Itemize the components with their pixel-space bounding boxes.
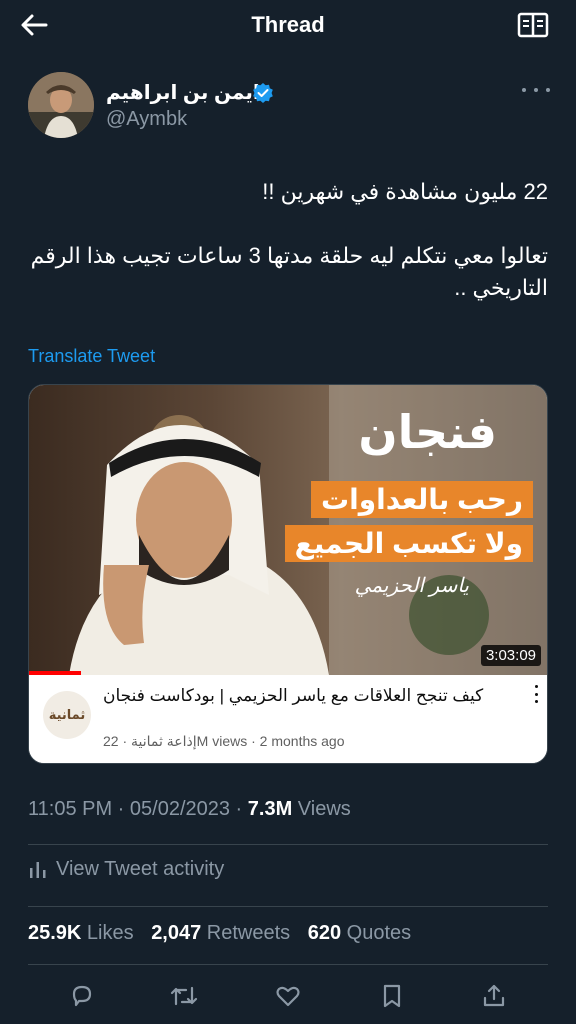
- more-dot-icon: [534, 692, 538, 696]
- quotes-count: 620: [307, 922, 342, 944]
- avatar[interactable]: [28, 72, 94, 138]
- bookmark-button[interactable]: [376, 980, 408, 1012]
- avatar-image: [28, 72, 94, 138]
- views-count: 7.3M: [247, 798, 293, 820]
- divider: [28, 964, 548, 965]
- video-more-button[interactable]: [533, 685, 539, 703]
- translate-tweet-link[interactable]: Translate Tweet: [28, 346, 155, 367]
- reply-icon: [72, 985, 92, 1007]
- bookmark-icon: [383, 984, 401, 1008]
- thumbnail-signature: ياسر الحزيمي: [354, 575, 469, 597]
- quotes-stat[interactable]: 620 Quotes: [308, 922, 411, 944]
- verified-badge-icon: [253, 83, 273, 103]
- share-icon: [483, 984, 505, 1007]
- quotes-label: Quotes: [341, 922, 412, 944]
- header-bar: Thread: [0, 0, 576, 50]
- likes-label: Likes: [81, 922, 134, 944]
- retweets-count: 2,047: [151, 922, 202, 944]
- retweet-icon: [170, 986, 198, 1006]
- share-button[interactable]: [478, 980, 510, 1012]
- more-dot-icon: [534, 88, 538, 92]
- likes-stat[interactable]: 25.9K Likes: [28, 922, 134, 944]
- thumbnail-band: رحب بالعداوات: [311, 481, 533, 518]
- video-thumbnail[interactable]: فنجان رحب بالعداوات ولا تكسب الجميع ياسر…: [29, 385, 547, 675]
- more-options-button[interactable]: [522, 80, 550, 100]
- tweet-line: 22 مليون مشاهدة في شهرين !!: [262, 179, 548, 204]
- page-title: Thread: [251, 12, 325, 37]
- tweet-timestamp: 11:05 PM · 05/02/2023 · 7.3M Views: [28, 798, 351, 821]
- tweet-line: تعالوا معي نتكلم ليه حلقة مدتها 3 ساعات …: [30, 243, 548, 300]
- author-name[interactable]: ايمن بن ابراهيم: [106, 80, 260, 105]
- retweet-button[interactable]: [168, 980, 200, 1012]
- retweets-label: Retweets: [201, 922, 291, 944]
- likes-count: 25.9K: [28, 922, 82, 944]
- divider: [28, 906, 548, 907]
- video-meta: إذاعة ثمانية · 22M views · 2 months ago: [103, 733, 345, 749]
- video-duration: 3:03:09: [480, 645, 541, 666]
- analytics-icon: [30, 861, 46, 878]
- thumbnail-band: ولا تكسب الجميع: [284, 525, 533, 562]
- divider: [28, 844, 548, 845]
- video-title[interactable]: كيف تنجح العلاقات مع ياسر الحزيمي | بودك…: [103, 685, 517, 706]
- view-tweet-activity-button[interactable]: View Tweet activity: [28, 858, 224, 881]
- timestamp-text[interactable]: 11:05 PM · 05/02/2023 ·: [28, 798, 248, 820]
- more-dot-icon: [522, 88, 526, 92]
- views-label: Views: [292, 798, 351, 820]
- tweet-actions: [0, 976, 576, 1016]
- video-info[interactable]: ثمانية كيف تنجح العلاقات مع ياسر الحزيمي…: [29, 675, 547, 763]
- more-dot-icon: [546, 88, 550, 92]
- more-dot-icon: [534, 685, 538, 688]
- tweet-stats: 25.9K Likes 2,047 Retweets 620 Quotes: [28, 922, 423, 945]
- reply-button[interactable]: [66, 980, 98, 1012]
- activity-label: View Tweet activity: [56, 858, 225, 880]
- like-button[interactable]: [272, 980, 304, 1012]
- reader-mode-button[interactable]: [516, 10, 550, 40]
- more-dot-icon: [534, 700, 538, 703]
- tweet-text: 22 مليون مشاهدة في شهرين !! تعالوا معي ن…: [28, 176, 548, 304]
- thumbnail-title: فنجان: [358, 406, 497, 458]
- channel-logo[interactable]: ثمانية: [43, 691, 91, 739]
- youtube-card[interactable]: فنجان رحب بالعداوات ولا تكسب الجميع ياسر…: [28, 384, 548, 764]
- author-handle[interactable]: @Aymbk: [106, 108, 187, 131]
- reader-mode-icon: [517, 12, 549, 38]
- retweets-stat[interactable]: 2,047 Retweets: [151, 922, 290, 944]
- heart-icon: [276, 986, 300, 1007]
